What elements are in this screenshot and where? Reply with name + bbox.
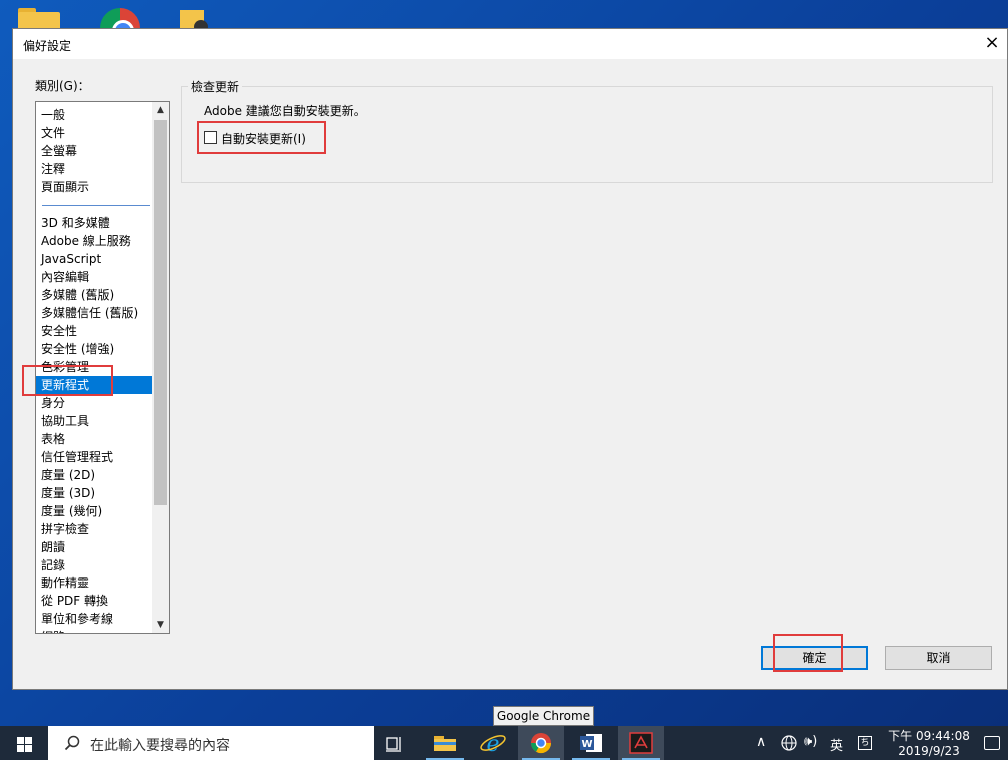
word-icon: W bbox=[580, 734, 602, 752]
category-separator bbox=[36, 196, 152, 214]
acrobat-icon bbox=[629, 732, 653, 754]
close-icon: × bbox=[984, 32, 1000, 53]
category-item[interactable]: 信任管理程式 bbox=[36, 448, 152, 466]
acrobat-taskbar-button[interactable] bbox=[618, 726, 664, 760]
task-view-icon bbox=[386, 737, 401, 752]
update-description: Adobe 建議您自動安裝更新。 bbox=[204, 104, 366, 118]
search-icon bbox=[64, 735, 80, 751]
start-button[interactable] bbox=[0, 726, 48, 760]
category-item[interactable]: 度量 (3D) bbox=[36, 484, 152, 502]
taskbar: 在此輸入要搜尋的內容 e W ∧ 🕪) 英 ち 下午 09:44:08 2019… bbox=[0, 726, 1008, 760]
user-folder-icon[interactable] bbox=[180, 8, 220, 34]
input-language-indicator[interactable]: 英 bbox=[830, 735, 843, 754]
categories-list[interactable]: 一般 文件 全螢幕 注釋 頁面顯示 3D 和多媒體 Adobe 線上服務 JavaScript… bbox=[35, 101, 170, 634]
category-item[interactable]: 度量 (幾何) bbox=[36, 502, 152, 520]
folder-icon bbox=[434, 736, 456, 751]
preferences-dialog: 偏好設定 × 類別(G)： 一般 文件 全螢幕 注釋 頁面顯示 3D 和多媒體 Adobe … bbox=[12, 28, 1008, 690]
file-explorer-button[interactable] bbox=[422, 726, 468, 760]
category-item[interactable]: 表格 bbox=[36, 430, 152, 448]
category-item[interactable]: Adobe 線上服務 bbox=[36, 232, 152, 250]
clock-date: 2019/9/23 bbox=[898, 744, 960, 758]
close-button[interactable]: × bbox=[977, 29, 1007, 59]
categories-items: 一般 文件 全螢幕 注釋 頁面顯示 3D 和多媒體 Adobe 線上服務 JavaScript… bbox=[36, 106, 152, 633]
category-item[interactable]: 單位和參考線 bbox=[36, 610, 152, 628]
category-item[interactable]: 網路 bbox=[36, 628, 152, 633]
category-item[interactable]: 安全性 (增強) bbox=[36, 340, 152, 358]
group-title: 檢查更新 bbox=[188, 78, 243, 95]
categories-label: 類別(G)： bbox=[35, 79, 90, 93]
category-item[interactable]: 內容編輯 bbox=[36, 268, 152, 286]
ok-button[interactable]: 確定 bbox=[761, 646, 868, 670]
word-taskbar-button[interactable]: W bbox=[568, 726, 614, 760]
category-item[interactable]: 身分 bbox=[36, 394, 152, 412]
chrome-tooltip: Google Chrome bbox=[493, 706, 594, 726]
category-item[interactable]: 3D 和多媒體 bbox=[36, 214, 152, 232]
chrome-desktop-icon[interactable] bbox=[100, 8, 140, 48]
search-placeholder: 在此輸入要搜尋的內容 bbox=[90, 738, 230, 754]
internet-explorer-button[interactable]: e bbox=[470, 726, 516, 760]
scroll-down-icon[interactable]: ▼ bbox=[152, 617, 169, 633]
category-item[interactable]: 從 PDF 轉換 bbox=[36, 592, 152, 610]
taskbar-search[interactable]: 在此輸入要搜尋的內容 bbox=[48, 726, 374, 760]
task-view-button[interactable] bbox=[372, 726, 418, 760]
category-item[interactable]: 更新程式 bbox=[36, 376, 152, 394]
list-scrollbar[interactable]: ▲ ▼ bbox=[152, 102, 169, 633]
category-item[interactable]: 協助工具 bbox=[36, 412, 152, 430]
category-item[interactable]: 文件 bbox=[36, 124, 152, 142]
svg-text:W: W bbox=[581, 739, 592, 750]
category-item[interactable]: JavaScript bbox=[36, 250, 152, 268]
category-item[interactable]: 度量 (2D) bbox=[36, 466, 152, 484]
category-item[interactable]: 朗讀 bbox=[36, 538, 152, 556]
action-center-icon[interactable] bbox=[984, 736, 1000, 750]
chrome-icon bbox=[530, 733, 552, 754]
ime-mode-icon[interactable]: ち bbox=[858, 736, 872, 750]
category-item[interactable]: 多媒體信任 (舊版) bbox=[36, 304, 152, 322]
taskbar-clock[interactable]: 下午 09:44:08 2019/9/23 bbox=[884, 729, 974, 759]
category-item[interactable]: 拼字檢查 bbox=[36, 520, 152, 538]
check-updates-group: 檢查更新 Adobe 建議您自動安裝更新。 自動安裝更新(I) bbox=[181, 78, 993, 183]
category-item[interactable]: 頁面顯示 bbox=[36, 178, 152, 196]
volume-icon[interactable]: 🕪) bbox=[804, 734, 817, 749]
folder-icon[interactable] bbox=[18, 8, 60, 32]
chrome-taskbar-button[interactable] bbox=[518, 726, 564, 760]
cancel-button[interactable]: 取消 bbox=[885, 646, 992, 670]
category-item[interactable]: 色彩管理 bbox=[36, 358, 152, 376]
auto-install-label[interactable]: 自動安裝更新(I) bbox=[221, 130, 306, 147]
window-title: 偏好設定 bbox=[23, 39, 72, 53]
category-item[interactable]: 注釋 bbox=[36, 160, 152, 178]
scroll-up-icon[interactable]: ▲ bbox=[152, 102, 169, 118]
category-item[interactable]: 記錄 bbox=[36, 556, 152, 574]
scroll-thumb[interactable] bbox=[154, 120, 167, 505]
category-item[interactable]: 全螢幕 bbox=[36, 142, 152, 160]
category-item[interactable]: 一般 bbox=[36, 106, 152, 124]
clock-time: 下午 09:44:08 bbox=[888, 729, 970, 743]
title-bar[interactable]: 偏好設定 × bbox=[13, 29, 1007, 59]
auto-install-checkbox[interactable] bbox=[204, 131, 217, 144]
category-item[interactable]: 動作精靈 bbox=[36, 574, 152, 592]
network-globe-icon[interactable] bbox=[780, 734, 798, 752]
ie-icon: e bbox=[480, 732, 506, 757]
category-item[interactable]: 安全性 bbox=[36, 322, 152, 340]
show-hidden-icons-chevron-icon[interactable]: ∧ bbox=[756, 734, 766, 750]
category-item[interactable]: 多媒體 (舊版) bbox=[36, 286, 152, 304]
